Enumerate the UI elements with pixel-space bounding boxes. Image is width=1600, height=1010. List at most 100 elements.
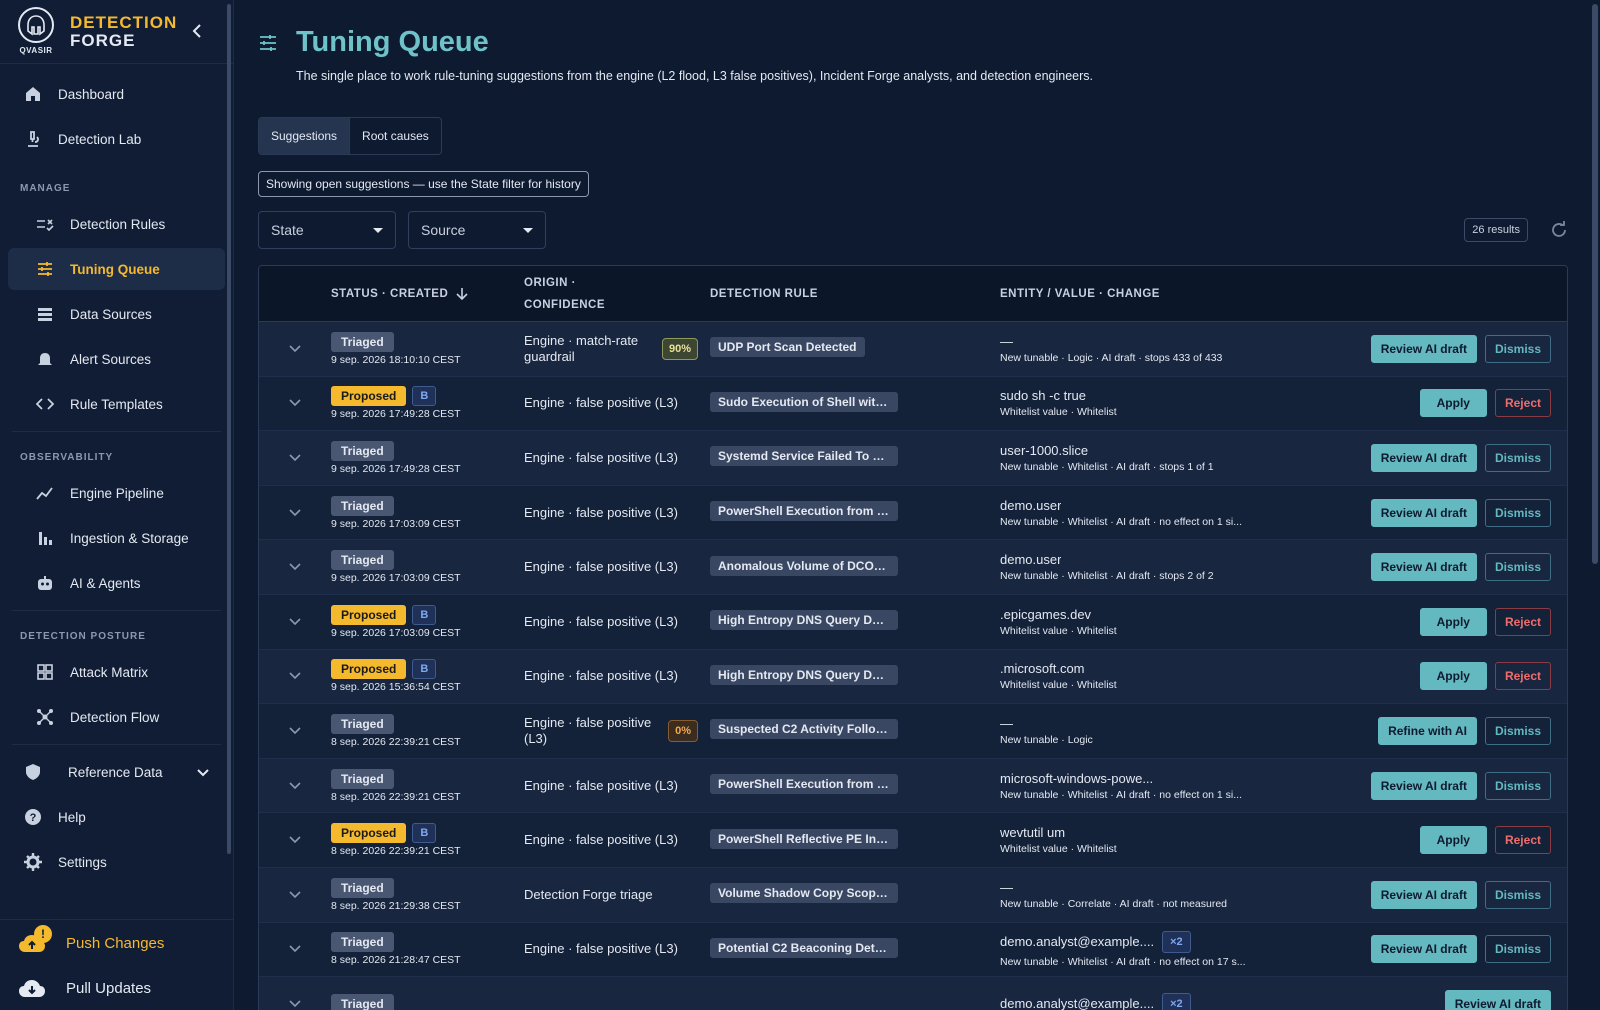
secondary-action-button[interactable]: Dismiss <box>1484 498 1551 527</box>
expand-row-button[interactable] <box>259 345 331 353</box>
sidebar-item-ai-agents[interactable]: AI & Agents <box>8 562 225 604</box>
expand-row-button[interactable] <box>259 781 331 790</box>
rule-link[interactable]: Volume Shadow Copy Scoping... <box>710 883 898 904</box>
primary-action-button[interactable]: Apply <box>1419 662 1487 691</box>
origin-cell: Engine · false positive (L3) <box>524 450 710 466</box>
tab-root-causes[interactable]: Root causes <box>349 118 441 154</box>
secondary-action-button[interactable]: Dismiss <box>1484 334 1551 363</box>
rule-link[interactable]: Systemd Service Failed To Start <box>710 446 898 467</box>
secondary-action-button[interactable]: Reject <box>1494 826 1551 855</box>
sidebar-item-data-sources[interactable]: Data Sources <box>8 293 225 335</box>
expand-row-button[interactable] <box>259 672 331 680</box>
status-top: Proposed B <box>331 823 524 844</box>
page-subtitle: The single place to work rule-tuning sug… <box>296 69 1093 83</box>
sidebar-item-dashboard[interactable]: Dashboard <box>8 73 225 115</box>
expand-row-button[interactable] <box>259 563 331 571</box>
sidebar-item-help[interactable]: ? Help <box>8 796 225 838</box>
primary-action-button[interactable]: Apply <box>1419 607 1487 636</box>
status-badge: Proposed <box>331 604 407 625</box>
sidebar-item-settings[interactable]: Settings <box>8 841 225 883</box>
sidebar-item-engine-pipeline[interactable]: Engine Pipeline <box>8 472 225 514</box>
expand-row-button[interactable] <box>259 454 331 462</box>
code-icon <box>36 395 54 413</box>
expand-row-button[interactable] <box>259 727 331 735</box>
expand-row-button[interactable] <box>259 836 331 844</box>
chevron-down-icon <box>289 454 301 462</box>
rule-link[interactable]: High Entropy DNS Query Detec... <box>710 664 898 685</box>
sidebar-item-detection-rules[interactable]: Detection Rules <box>8 203 225 245</box>
change-summary: New tunable · Whitelist · AI draft · sto… <box>1000 460 1214 473</box>
rule-link[interactable]: High Entropy DNS Query Detec... <box>710 610 898 631</box>
primary-action-button[interactable]: Review AI draft <box>1444 989 1551 1010</box>
sidebar-scrollbar[interactable] <box>227 4 231 854</box>
rule-link[interactable]: Potential C2 Beaconing Detect... <box>710 937 898 958</box>
sidebar-item-detection-flow[interactable]: Detection Flow <box>8 696 225 738</box>
collapse-sidebar-button[interactable] <box>189 22 205 40</box>
entity-top: — <box>1000 334 1367 349</box>
sidebar-item-label: Dashboard <box>58 86 125 102</box>
primary-action-button[interactable]: Review AI draft <box>1370 498 1477 527</box>
secondary-action-button[interactable]: Reject <box>1494 389 1551 418</box>
primary-action-button[interactable]: Refine with AI <box>1378 716 1477 745</box>
primary-action-button[interactable]: Apply <box>1419 389 1487 418</box>
secondary-action-button[interactable]: Dismiss <box>1484 935 1551 964</box>
pull-updates-button[interactable]: Pull Updates <box>0 966 233 1010</box>
rule-link[interactable]: PowerShell Execution from an ... <box>710 774 898 795</box>
expand-row-button[interactable] <box>259 1000 331 1008</box>
sidebar-item-tuning-queue[interactable]: Tuning Queue <box>8 248 225 290</box>
primary-action-button[interactable]: Review AI draft <box>1370 443 1477 472</box>
sidebar-item-rule-templates[interactable]: Rule Templates <box>8 383 225 425</box>
sidebar-item-ingestion-storage[interactable]: Ingestion & Storage <box>8 517 225 559</box>
rule-link[interactable]: UDP Port Scan Detected <box>710 337 865 358</box>
header-status[interactable]: STATUS · CREATED <box>331 283 524 305</box>
secondary-action-button[interactable]: Dismiss <box>1484 443 1551 472</box>
trending-icon <box>36 484 54 502</box>
secondary-action-button[interactable]: Reject <box>1494 662 1551 691</box>
sidebar-item-label: Detection Flow <box>70 709 160 725</box>
sidebar-item-alert-sources[interactable]: Alert Sources <box>8 338 225 380</box>
header-origin-line2: CONFIDENCE <box>524 298 606 311</box>
primary-action-button[interactable]: Review AI draft <box>1370 771 1477 800</box>
rule-link[interactable]: PowerShell Reflective PE Injec... <box>710 828 898 849</box>
tab-suggestions[interactable]: Suggestions <box>259 118 350 154</box>
state-filter-select[interactable]: State <box>258 211 396 249</box>
source-filter-select[interactable]: Source <box>408 211 546 249</box>
created-timestamp: 8 sep. 2026 22:39:21 CEST <box>331 845 461 858</box>
primary-action-button[interactable]: Review AI draft <box>1370 880 1477 909</box>
primary-action-button[interactable]: Review AI draft <box>1370 334 1477 363</box>
entity-cell: .epicgames.dev Whitelist value · Whiteli… <box>1000 607 1367 637</box>
entity-cell: microsoft-windows-powe... New tunable · … <box>1000 771 1367 801</box>
expand-row-button[interactable] <box>259 945 331 953</box>
expand-row-button[interactable] <box>259 399 331 407</box>
actions-cell: Review AI draft Dismiss <box>1367 935 1567 964</box>
expand-row-button[interactable] <box>259 891 331 899</box>
primary-action-button[interactable]: Review AI draft <box>1370 553 1477 582</box>
rule-link[interactable]: Sudo Execution of Shell with C... <box>710 391 898 412</box>
origin-text: Engine · false positive (L3) <box>524 395 678 411</box>
expand-row-button[interactable] <box>259 618 331 626</box>
page-title: Tuning Queue <box>296 26 489 58</box>
secondary-action-button[interactable]: Dismiss <box>1484 553 1551 582</box>
refresh-icon[interactable] <box>1550 221 1568 239</box>
sidebar-item-reference-data[interactable]: Reference Data <box>8 751 225 793</box>
main-scrollbar[interactable] <box>1592 4 1598 564</box>
primary-action-button[interactable]: Review AI draft <box>1370 935 1477 964</box>
change-summary: Whitelist value · Whitelist <box>1000 624 1117 637</box>
rule-link[interactable]: Suspected C2 Activity Followin... <box>710 719 898 740</box>
origin-text: Engine · false positive (L3) <box>524 559 678 575</box>
primary-action-button[interactable]: Apply <box>1419 826 1487 855</box>
sidebar-item-label: Detection Lab <box>58 131 142 147</box>
secondary-action-button[interactable]: Dismiss <box>1484 771 1551 800</box>
expand-row-button[interactable] <box>259 509 331 517</box>
sidebar-item-detection-lab[interactable]: Detection Lab <box>8 118 225 160</box>
secondary-action-button[interactable]: Dismiss <box>1484 880 1551 909</box>
push-changes-button[interactable]: ! Push Changes <box>0 920 233 966</box>
rule-cell: PowerShell Reflective PE Injec... <box>710 828 1000 852</box>
rule-link[interactable]: Anomalous Volume of DCOM ... <box>710 555 898 576</box>
secondary-action-button[interactable]: Reject <box>1494 607 1551 636</box>
status-cell: Triaged 9 sep. 2026 17:03:09 CEST <box>331 550 524 584</box>
sidebar-item-attack-matrix[interactable]: Attack Matrix <box>8 651 225 693</box>
view-tabs: Suggestions Root causes <box>258 117 442 155</box>
rule-link[interactable]: PowerShell Execution from an ... <box>710 501 898 522</box>
secondary-action-button[interactable]: Dismiss <box>1484 716 1551 745</box>
